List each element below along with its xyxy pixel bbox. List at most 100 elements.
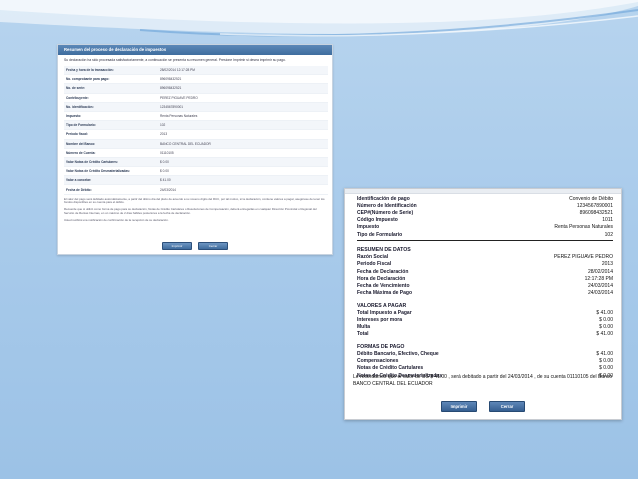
row-value: 1011: [602, 217, 613, 224]
divider: [357, 240, 613, 242]
row-label: No. identificación:: [66, 104, 94, 109]
row-label: Fecha de Vencimiento: [357, 282, 410, 289]
summary-close-button[interactable]: Cerrar: [198, 242, 228, 250]
row-value: 102: [604, 231, 613, 238]
row-label: Total Impuesto a Pagar: [357, 309, 412, 316]
row-label: CEP#(Número de Serie): [357, 209, 414, 216]
row-label: Multa: [357, 324, 371, 331]
row-label: Número de Identificación: [357, 202, 417, 209]
row-label: Tipo de Formulario: [357, 231, 403, 238]
receipt-row: Notas de Crédito Cartulares $ 0.00: [357, 365, 613, 372]
receipt-row: Fecha de Declaración 28/02/2014: [357, 268, 613, 275]
row-value: 896098432521: [160, 77, 182, 82]
row-label: Contribuyente:: [66, 95, 89, 100]
row-label: Tipo de Formulario:: [66, 123, 96, 128]
receipt-row: Fecha Máxima de Pago 24/03/2014: [357, 290, 613, 297]
row-value: 28/02/2014: [587, 268, 613, 275]
row-value: $ 41.00: [596, 309, 613, 316]
row-label: Valor Notas de Crédito Desmaterializadas…: [66, 169, 130, 174]
row-label: Código Impuesto: [357, 217, 398, 224]
summary-table-row: Tipo de Formulario: 102: [64, 121, 328, 131]
receipt-row: Total $ 41.00: [357, 331, 613, 338]
summary-table-row: Valor a cancelar: $ 41.00: [64, 176, 328, 186]
row-label: Periodo Fiscal: [357, 261, 392, 268]
debit-notice: Le recordamos que el valor de US $ 41.00…: [353, 374, 613, 387]
row-value: 896098432521: [160, 86, 182, 91]
row-value: 102: [160, 123, 166, 128]
row-value: 01110105: [160, 150, 174, 155]
row-value: 12:17:28 PM: [584, 275, 613, 282]
row-value: $ 41.00: [596, 331, 613, 338]
row-value: $ 41.00: [160, 178, 171, 183]
row-value: Renta Personas Naturales: [160, 114, 198, 119]
row-value: 896098432521: [579, 209, 613, 216]
summary-table-row: No. comprobante para pago: 896098432521: [64, 75, 328, 85]
row-label: No. comprobante para pago:: [66, 77, 110, 82]
row-value: 2013: [160, 132, 168, 137]
receipt-row: Débito Bancario, Efectivo, Cheque $ 41.00: [357, 351, 613, 358]
row-value: $ 0.00: [599, 324, 613, 331]
receipt-row: Razón Social PEREZ PIGUAVE PEDRO: [357, 254, 613, 261]
receipt-row: Periodo Fiscal 2013: [357, 261, 613, 268]
row-label: Intereses por mora: [357, 317, 403, 324]
summary-paragraph-1: El valor del pago será debitado automáti…: [64, 196, 325, 205]
row-value: 2013: [601, 261, 613, 268]
row-label: Razón Social: [357, 254, 389, 261]
summary-table-row: Número de Cuenta: 01110105: [64, 149, 328, 158]
receipt-row: Identificación de pago Convenio de Débito: [357, 195, 613, 202]
summary-print-button[interactable]: Imprimir: [162, 242, 192, 250]
row-value: 24/03/2014: [587, 290, 613, 297]
receipt-screenshot: Identificación de pago Convenio de Débito…: [344, 188, 622, 420]
row-label: Fecha Máxima de Pago: [357, 290, 413, 297]
row-label: Periodo fiscal:: [66, 132, 88, 137]
row-label: Valor Notas de Crédito Cartulares:: [66, 159, 118, 164]
row-label: Identificación de pago: [357, 195, 410, 202]
summary-table-row: Fecha de Débito: 24/03/2014: [64, 185, 328, 195]
summary-header: Resumen del proceso de declaración de im…: [58, 45, 332, 55]
summary-paragraph-2: Recuerde que si utilizó como forma de pa…: [64, 207, 317, 216]
summary-table: Fecha y hora de la transacción: 28/02/201…: [64, 66, 328, 195]
row-value: Renta Personas Naturales: [554, 224, 613, 231]
summary-table-row: Contribuyente: PEREZ PIGUAVE PEDRO: [64, 94, 328, 103]
row-label: Número de Cuenta:: [66, 150, 96, 155]
summary-message: Su declaración ha sido procesada satisfa…: [64, 58, 286, 62]
row-label: Débito Bancario, Efectivo, Cheque: [357, 351, 439, 358]
row-value: $ 0.00: [160, 169, 169, 174]
row-label: Notas de Crédito Cartulares: [357, 365, 424, 372]
row-value: PEREZ PIGUAVE PEDRO: [160, 95, 198, 100]
row-value: 1234567890001: [160, 104, 184, 109]
row-label: Impuesto:: [66, 114, 82, 119]
receipt-close-button[interactable]: Cerrar: [489, 401, 525, 412]
receipt-info-section: Identificación de pago Convenio de Débito…: [357, 195, 613, 238]
summary-table-row: Fecha y hora de la transacción: 28/02/201…: [64, 66, 328, 76]
receipt-print-button[interactable]: Imprimir: [441, 401, 477, 412]
summary-screenshot: Resumen del proceso de declaración de im…: [57, 44, 333, 255]
receipt-row: Número de Identificación 1234567890001: [357, 202, 613, 209]
receipt-row: Tipo de Formulario 102: [357, 231, 613, 238]
row-label: Fecha de Declaración: [357, 268, 409, 275]
row-value: $ 0.00: [599, 358, 613, 365]
summary-table-row: Valor Notas de Crédito Cartulares: $ 0.00: [64, 157, 328, 168]
row-value: 24/03/2014: [587, 282, 613, 289]
row-label: Fecha y hora de la transacción:: [66, 68, 114, 73]
summary-table-row: Valor Notas de Crédito Desmaterializadas…: [64, 167, 328, 177]
row-label: Total: [357, 331, 369, 338]
receipt-row: Código Impuesto 1011: [357, 217, 613, 224]
receipt-row: Hora de Declaración 12:17:28 PM: [357, 275, 613, 282]
summary-table-row: Periodo fiscal: 2013: [64, 130, 328, 140]
row-label: Valor a cancelar:: [66, 178, 92, 183]
row-value: BANCO CENTRAL DEL ECUADOR: [160, 141, 211, 146]
row-label: Hora de Declaración: [357, 275, 406, 282]
summary-section: Razón Social PEREZ PIGUAVE PEDRO Periodo F…: [357, 254, 613, 297]
receipt-row: Total Impuesto a Pagar $ 41.00: [357, 309, 613, 316]
row-value: $ 0.00: [599, 365, 613, 372]
summary-paragraph-3: Usted recibirá una notificación de confi…: [64, 217, 169, 222]
row-value: $ 0.00: [599, 317, 613, 324]
row-value: $ 41.00: [596, 351, 613, 358]
row-label: Nombre del Banco:: [66, 141, 96, 146]
summary-table-row: No. de serie: 896098432521: [64, 84, 328, 94]
row-value: Convenio de Débito: [569, 195, 613, 202]
receipt-row: Fecha de Vencimiento 24/03/2014: [357, 282, 613, 289]
receipt-row: CEP#(Número de Serie) 896098432521: [357, 209, 613, 216]
row-label: Fecha de Débito:: [66, 187, 92, 192]
